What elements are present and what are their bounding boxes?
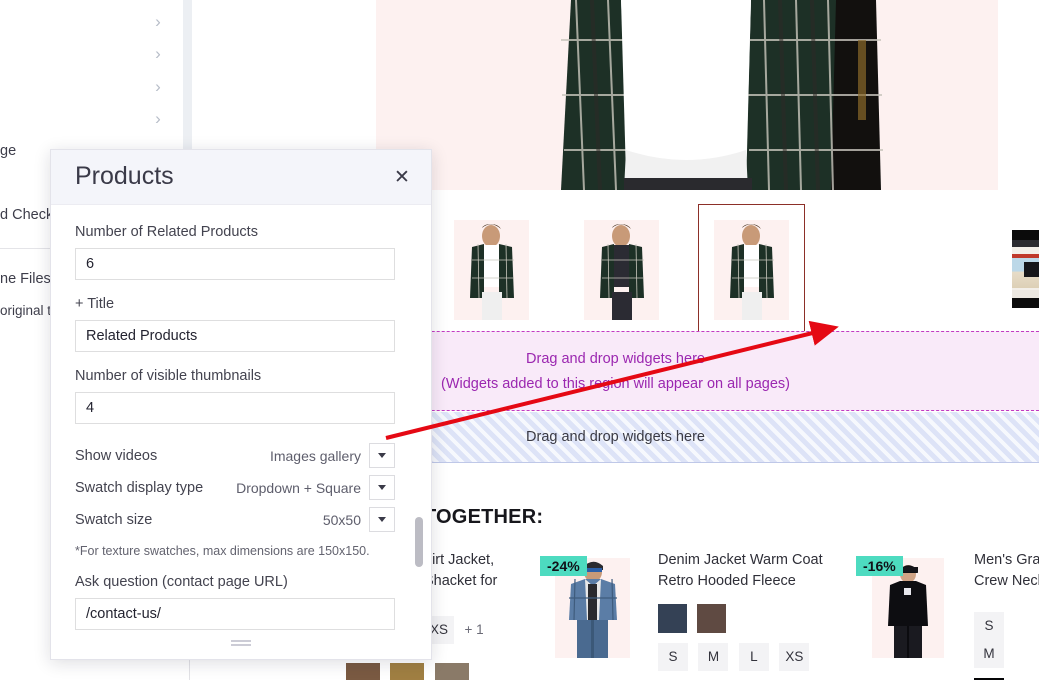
contact-page-url-input[interactable]: [75, 598, 395, 630]
field-label-visible-thumbnails: Number of visible thumbnails: [75, 368, 262, 384]
more-sizes-label: + 1: [464, 622, 484, 637]
product-card[interactable]: Men's Grap Crew Neck S M: [974, 550, 1039, 680]
row-show-videos: Show videos Images gallery: [75, 440, 395, 471]
product-card[interactable]: Denim Jacket Warm Coat Retro Hooded Flee…: [658, 550, 823, 671]
visible-thumbnails-input[interactable]: [75, 392, 395, 424]
product-card[interactable]: hirt Jacket, Shacket for XS + 1: [424, 550, 497, 644]
color-swatch[interactable]: [697, 604, 727, 633]
chevron-right-icon[interactable]: ›: [150, 78, 166, 95]
color-swatch[interactable]: [434, 663, 469, 680]
modal-scrollbar-thumb[interactable]: [415, 517, 423, 567]
chevron-right-icon[interactable]: ›: [150, 13, 166, 30]
product-size-list: XS + 1: [424, 616, 497, 644]
dropzone-pink-line1: Drag and drop widgets here: [526, 350, 705, 367]
color-swatch[interactable]: [390, 663, 425, 680]
swatch-display-type-dropdown-button[interactable]: [369, 475, 395, 500]
thumbnail-2[interactable]: [584, 220, 659, 320]
title-input[interactable]: [75, 320, 395, 352]
background-text-fragment: ne Files: [0, 271, 51, 287]
product-swatch-list: [658, 604, 823, 633]
product-name-line1: hirt Jacket,: [424, 552, 495, 568]
thumbnail-image: [454, 220, 529, 320]
background-text-fragment: d Check: [0, 207, 54, 223]
close-icon[interactable]: ✕: [391, 167, 413, 189]
label-show-videos: Show videos: [75, 447, 158, 464]
size-chip[interactable]: M: [974, 640, 1004, 668]
value-swatch-size: 50x50: [322, 511, 361, 528]
row-swatch-display-type: Swatch display type Dropdown + Square: [75, 472, 395, 503]
swatch-size-dropdown-button[interactable]: [369, 507, 395, 532]
product-size-list: S M: [974, 612, 1039, 668]
hero-product-image[interactable]: [376, 0, 998, 190]
product-size-list: S M L XS: [658, 643, 823, 671]
modal-title: Products: [75, 162, 174, 190]
thumbnail-image: [584, 220, 659, 320]
number-of-related-products-input[interactable]: [75, 248, 395, 280]
resize-grip-icon[interactable]: [231, 640, 251, 647]
show-videos-dropdown-button[interactable]: [369, 443, 395, 468]
section-heading-together: TOGETHER:: [424, 506, 544, 528]
products-settings-modal: Products ✕ Number of Related Products + …: [50, 149, 432, 660]
product-name-line2: Crew Neck: [974, 573, 1039, 589]
background-text-fragment: original t: [0, 303, 52, 318]
product-name-line2: Shacket for: [424, 573, 498, 589]
thumbnail-1[interactable]: [454, 220, 529, 320]
swatch-size-note: *For texture swatches, max dimensions ar…: [75, 544, 370, 558]
size-chip[interactable]: XS: [779, 643, 810, 671]
discount-badge: -16%: [856, 556, 903, 576]
chevron-down-icon: [378, 517, 386, 522]
discount-badge: -24%: [540, 556, 587, 576]
size-chip[interactable]: S: [658, 643, 688, 671]
size-chip[interactable]: L: [738, 643, 769, 671]
bottom-swatch-list: [346, 663, 475, 680]
jacket-illustration: [376, 0, 998, 190]
modal-header: Products ✕: [51, 150, 431, 205]
modal-scrollbar-track[interactable]: [415, 212, 423, 630]
field-label-title: + Title: [75, 296, 115, 312]
video-frame: [1012, 240, 1039, 298]
size-chip[interactable]: M: [698, 643, 729, 671]
thumbnail-strip: ›: [376, 200, 1039, 336]
video-thumbnail[interactable]: [1012, 230, 1039, 308]
size-chip[interactable]: S: [974, 612, 1004, 640]
chevron-right-icon[interactable]: ›: [150, 45, 166, 62]
background-text-fragment: ge: [0, 143, 17, 159]
value-show-videos: Images gallery: [269, 447, 361, 464]
dropzone-blue-line1: Drag and drop widgets here: [526, 429, 705, 445]
product-name-line2: Retro Hooded Fleece: [658, 573, 796, 589]
label-swatch-display-type: Swatch display type: [75, 479, 204, 496]
value-swatch-display-type: Dropdown + Square: [236, 479, 361, 496]
color-swatch[interactable]: [346, 663, 380, 680]
color-swatch[interactable]: [658, 604, 687, 633]
row-swatch-size: Swatch size 50x50: [75, 504, 395, 535]
chevron-down-icon: [378, 485, 386, 490]
background-scrollbar[interactable]: [183, 0, 192, 150]
thumbnail-3[interactable]: [698, 204, 805, 336]
screen: › › › › › ge d Check ne Files original t: [0, 0, 1039, 680]
dropzone-pink-line2: (Widgets added to this region will appea…: [440, 375, 790, 392]
chevron-right-icon[interactable]: ›: [150, 110, 166, 127]
chevron-down-icon: [378, 453, 386, 458]
field-label-contact-url: Ask question (contact page URL): [75, 574, 288, 590]
modal-body: Number of Related Products + Title Numbe…: [51, 206, 431, 631]
field-label-related-products: Number of Related Products: [75, 224, 258, 240]
product-name-line1: Denim Jacket Warm Coat: [658, 552, 823, 568]
product-name-line1: Men's Grap: [974, 552, 1039, 568]
thumbnail-image: [714, 220, 789, 320]
label-swatch-size: Swatch size: [75, 511, 153, 528]
